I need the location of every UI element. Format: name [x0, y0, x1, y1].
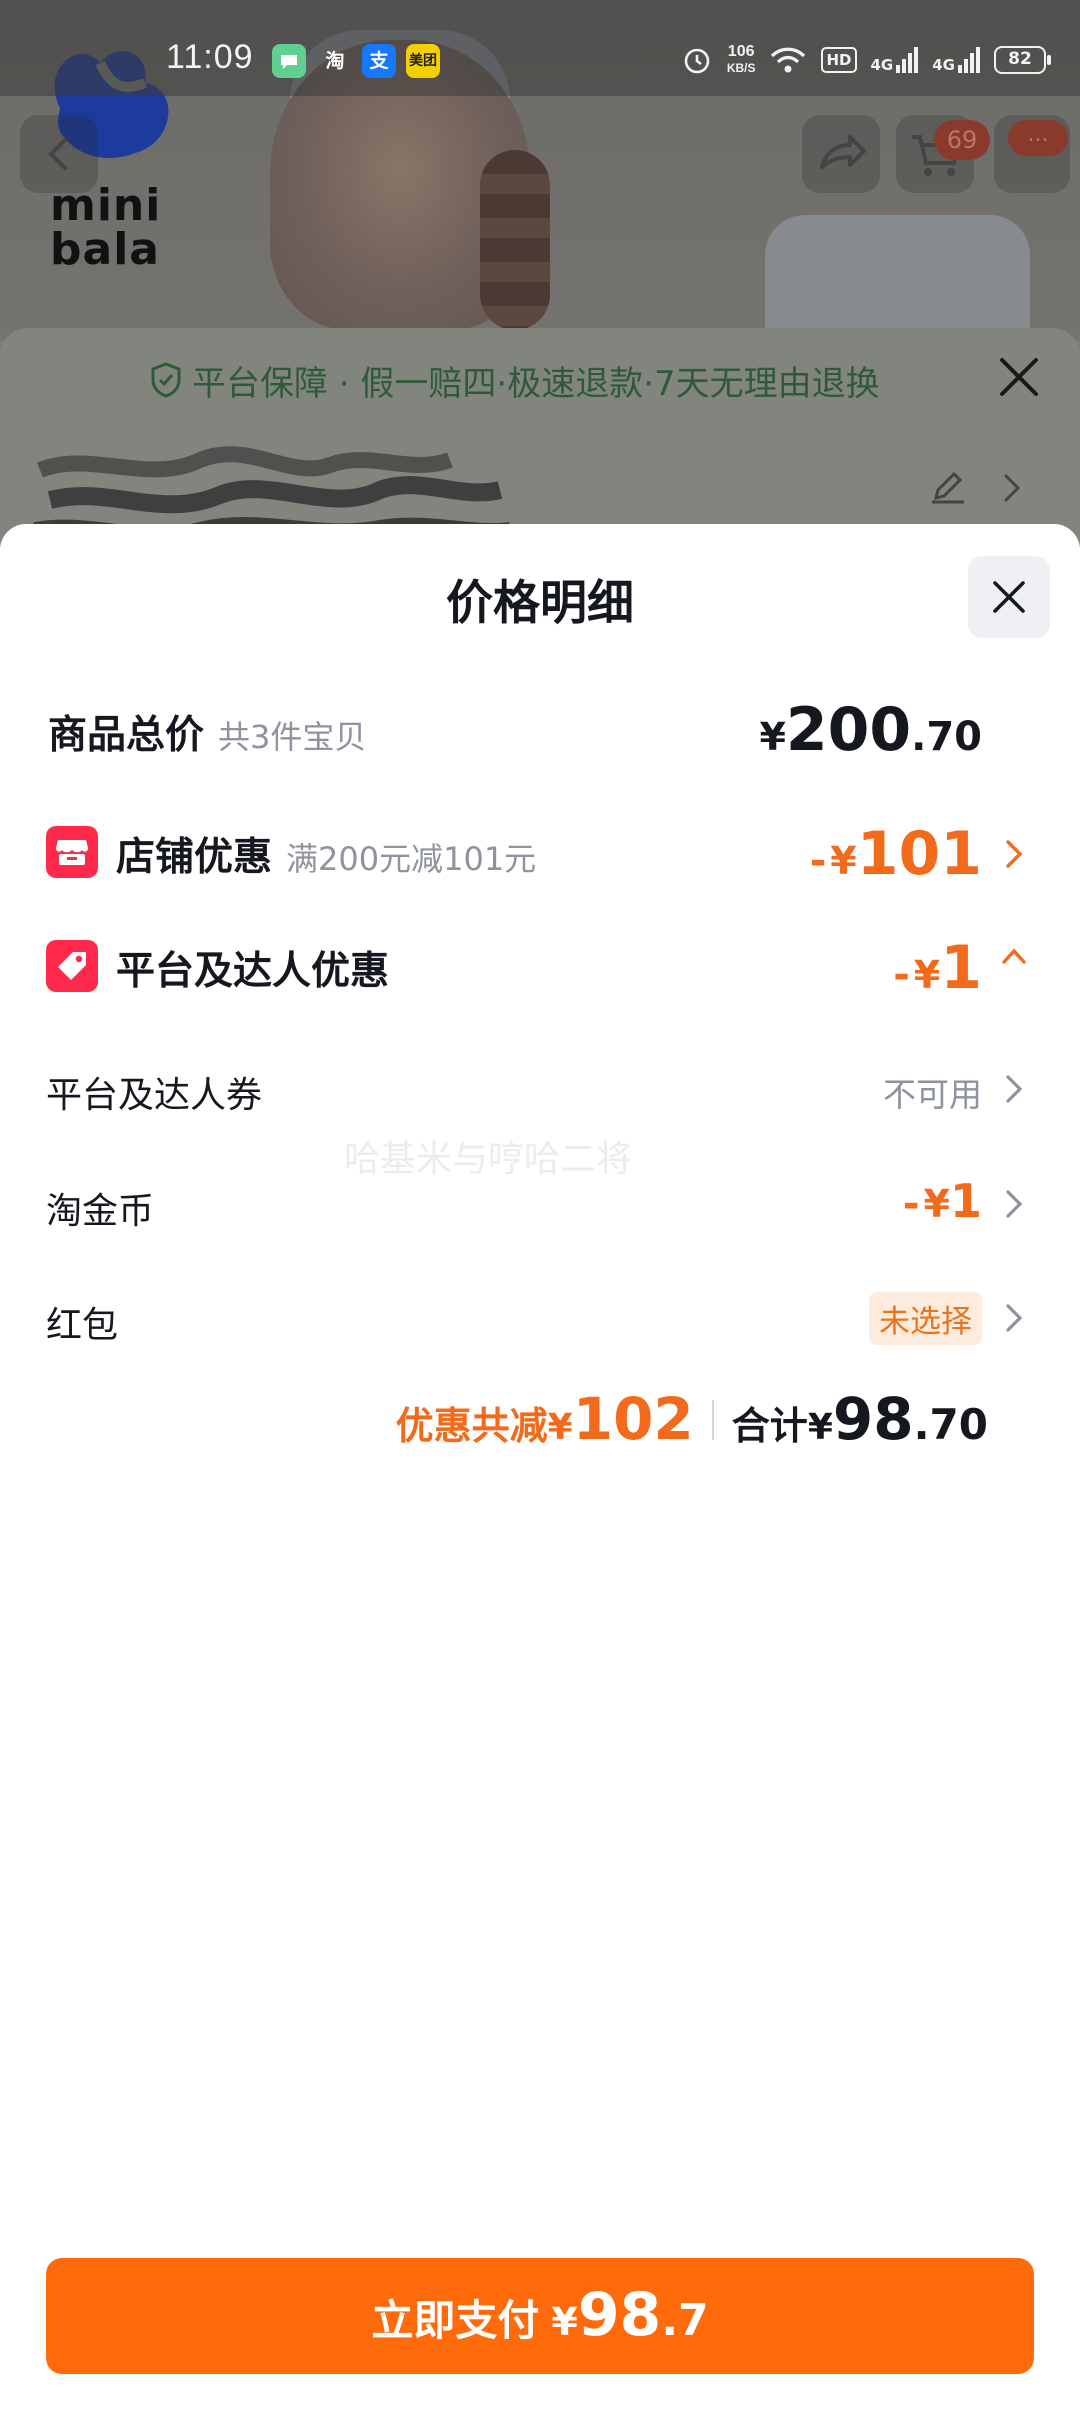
cart-count-badge: 69: [934, 120, 990, 160]
pay-now-button[interactable]: 立即支付 ¥ 98 .7: [46, 2258, 1034, 2374]
summary-divider: [711, 1400, 714, 1440]
chevron-right-icon: [1004, 474, 1021, 502]
minus-sign: -: [809, 838, 827, 884]
currency-symbol: ¥: [759, 715, 786, 759]
more-badge: ...: [1008, 120, 1068, 156]
back-arrow-icon: [48, 138, 67, 170]
taobao-app-icon: 淘: [325, 50, 345, 72]
chevron-up-icon: [1002, 948, 1026, 964]
signal-2-icon: 4G: [932, 47, 980, 73]
edit-pencil-icon[interactable]: [928, 466, 968, 506]
currency-symbol: ¥: [923, 1182, 950, 1226]
currency-symbol: ¥: [551, 2299, 578, 2344]
taojinbi-value: 1: [949, 1174, 982, 1228]
watermark-text: 哈基米与哼哈二将: [344, 1139, 633, 1180]
red-packet-status-tag: 未选择: [869, 1292, 982, 1345]
signal-1-label: 4G: [870, 56, 894, 74]
total-price-label: 商品总价 共3件宝贝: [48, 704, 366, 760]
network-speed-unit: KB/S: [726, 61, 756, 75]
pay-amount-int: 98: [577, 2279, 662, 2350]
pay-amount-dec: .7: [661, 2294, 709, 2346]
total-price-row: 商品总价 共3件宝贝 ¥ 200 .70: [0, 686, 1080, 776]
store-discount-value: 101: [856, 819, 982, 889]
messages-app-icon: [272, 44, 306, 78]
platform-discount-amount: - ¥ 1: [893, 938, 982, 998]
wifi-icon: [771, 47, 806, 73]
sum-dec: .70: [913, 1400, 988, 1449]
alarm-icon: [684, 48, 710, 74]
guarantee-text: 平台保障 · 假一赔四·极速退款·7天无理由退换: [192, 363, 880, 404]
network-speed-value: 106: [727, 43, 755, 60]
platform-coupon-label: 平台及达人券: [46, 1075, 263, 1116]
hd-icon: HD: [821, 47, 857, 73]
chevron-right-icon: [1006, 1190, 1023, 1218]
battery-icon: 82: [994, 46, 1051, 74]
platform-discount-label: 平台及达人优惠: [116, 949, 390, 994]
network-speed: 106 KB/S: [727, 44, 756, 76]
close-icon: [993, 581, 1025, 613]
minus-sign: -: [902, 1181, 920, 1227]
store-discount-label: 店铺优惠 满200元减101元: [116, 826, 536, 882]
total-discount-label: 优惠共减: [395, 1404, 548, 1448]
share-button[interactable]: [802, 115, 880, 193]
platform-discount-row[interactable]: 平台及达人优惠 - ¥ 1: [0, 918, 1080, 1018]
model-braid: [480, 150, 550, 330]
share-icon: [820, 135, 866, 169]
red-packet-label: 红包: [46, 1305, 119, 1346]
pay-button-label: 立即支付: [371, 2295, 540, 2345]
total-price-dec: .70: [911, 714, 982, 760]
chevron-right-icon: [1006, 1304, 1023, 1332]
price-summary: 优惠共减 ¥ 102 合计 ¥ 98 .70: [396, 1390, 988, 1450]
alipay-app-icon: 支: [362, 44, 396, 78]
total-price-int: 200: [785, 695, 912, 765]
close-icon[interactable]: [994, 352, 1044, 402]
back-button[interactable]: [20, 115, 98, 193]
currency-symbol: ¥: [807, 1407, 833, 1448]
total-price-label-text: 商品总价: [48, 713, 205, 758]
taojinbi-amount: - ¥ 1: [903, 1174, 982, 1228]
brand-logo-text: mini bala: [50, 184, 161, 272]
total-price-amount: ¥ 200 .70: [759, 700, 982, 760]
platform-discount-value: 1: [940, 933, 982, 1003]
taojinbi-label: 淘金币: [46, 1191, 155, 1232]
status-time: 11:09: [166, 38, 254, 76]
signal-2-label: 4G: [932, 56, 955, 74]
total-discount-value: 102: [572, 1385, 694, 1453]
pay-button-content: 立即支付 ¥ 98 .7: [371, 2285, 708, 2348]
price-detail-sheet: 价格明细 商品总价 共3件宝贝 ¥ 200 .70 店铺优惠 满200元减101元 …: [0, 524, 1080, 2412]
red-packet-row[interactable]: 红包 未选择: [0, 1272, 1080, 1362]
currency-symbol: ¥: [547, 1407, 573, 1448]
currency-symbol: ¥: [830, 839, 857, 883]
status-bar: 11:09 淘 支 美团 106 KB/S HD 4G 4G 82: [0, 0, 1080, 96]
sheet-title: 价格明细: [446, 576, 634, 631]
store-discount-row[interactable]: 店铺优惠 满200元减101元 - ¥ 101: [0, 802, 1080, 902]
currency-symbol: ¥: [913, 953, 941, 997]
brand-line-2: bala: [50, 224, 160, 275]
platform-guarantee-banner: 平台保障 · 假一赔四·极速退款·7天无理由退换: [150, 352, 880, 408]
status-right-group: 106 KB/S HD 4G 4G 82: [681, 40, 1051, 80]
platform-coupon-row[interactable]: 平台及达人券 不可用: [0, 1044, 1080, 1134]
signal-1-icon: 4G: [871, 47, 919, 73]
shield-check-icon: [151, 362, 181, 398]
store-discount-amount: - ¥ 101: [810, 824, 982, 884]
meituan-app-icon: 美团: [406, 44, 440, 78]
store-discount-label-text: 店铺优惠: [116, 835, 273, 880]
platform-coupon-value: 不可用: [883, 1075, 982, 1114]
store-discount-rule: 满200元减101元: [286, 840, 537, 878]
sum-int: 98: [832, 1385, 914, 1453]
chevron-right-icon: [1006, 840, 1023, 868]
store-icon: [46, 826, 98, 878]
chevron-right-icon: [1006, 1075, 1023, 1103]
total-item-count: 共3件宝贝: [218, 718, 367, 756]
sheet-close-button[interactable]: [968, 556, 1050, 638]
minus-sign: -: [893, 952, 910, 998]
tag-icon: [46, 940, 98, 992]
sum-label: 合计: [731, 1404, 808, 1448]
